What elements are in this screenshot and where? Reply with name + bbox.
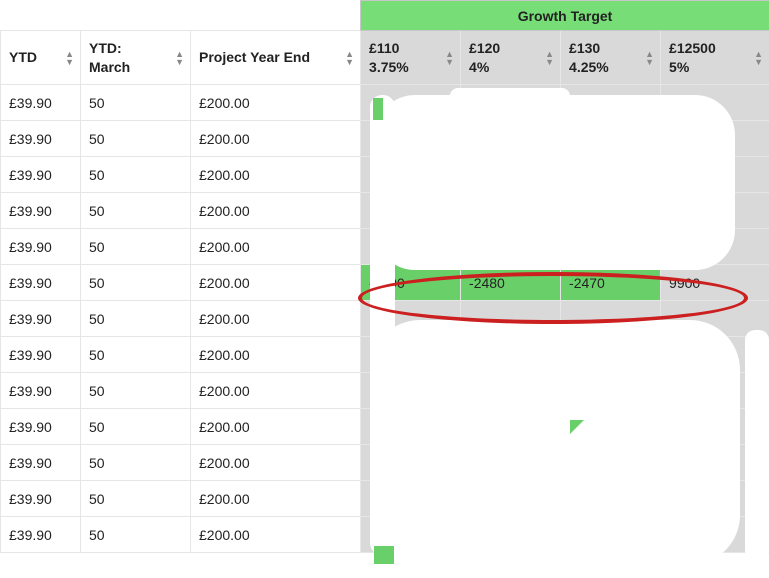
col-line1: £12500 <box>669 39 761 57</box>
cell-ytd[interactable]: £39.90 <box>1 445 81 481</box>
col-label: YTD <box>9 49 37 65</box>
cell-ytd[interactable]: £39.90 <box>1 193 81 229</box>
col-label: YTD:March <box>89 39 182 75</box>
header-group-row: Growth Target <box>1 1 769 31</box>
header-row: YTD ▲▼ YTD:March ▲▼ Project Year End ▲▼ … <box>1 31 769 85</box>
col-line1: £110 <box>369 39 452 57</box>
cell-pye[interactable]: £200.00 <box>191 481 361 517</box>
cell-pye[interactable]: £200.00 <box>191 85 361 121</box>
cell-ytd-march[interactable]: 50 <box>81 229 191 265</box>
col-target-2[interactable]: £120 4% ▲▼ <box>461 31 561 85</box>
col-line2: 4.25% <box>569 58 652 76</box>
cell-ytd-march[interactable]: 50 <box>81 157 191 193</box>
cell-ytd-march[interactable]: 50 <box>81 517 191 553</box>
whiteout-overlay <box>375 95 735 270</box>
cell-pye[interactable]: £200.00 <box>191 409 361 445</box>
cell-ytd[interactable]: £39.90 <box>1 337 81 373</box>
col-target-1[interactable]: £110 3.75% ▲▼ <box>361 31 461 85</box>
col-label: Project Year End <box>199 49 310 65</box>
cell-ytd[interactable]: £39.90 <box>1 409 81 445</box>
sort-icon[interactable]: ▲▼ <box>545 50 554 66</box>
cell-pye[interactable]: £200.00 <box>191 193 361 229</box>
whiteout-overlay <box>745 330 769 560</box>
cell-pye[interactable]: £200.00 <box>191 157 361 193</box>
whiteout-overlay <box>370 95 395 555</box>
col-project-year-end[interactable]: Project Year End ▲▼ <box>191 31 361 85</box>
cell-ytd-march[interactable]: 50 <box>81 445 191 481</box>
cell-ytd[interactable]: £39.90 <box>1 301 81 337</box>
group-empty <box>1 1 361 31</box>
cell-pye[interactable]: £200.00 <box>191 121 361 157</box>
cell-ytd[interactable]: £39.90 <box>1 481 81 517</box>
cell-ytd-march[interactable]: 50 <box>81 121 191 157</box>
cell-pye[interactable]: £200.00 <box>191 517 361 553</box>
sort-icon[interactable]: ▲▼ <box>445 50 454 66</box>
col-line1: £130 <box>569 39 652 57</box>
col-line2: 3.75% <box>369 58 452 76</box>
whiteout-overlay <box>370 320 740 565</box>
green-fragment <box>373 98 383 120</box>
cell-pye[interactable]: £200.00 <box>191 445 361 481</box>
col-line2: 5% <box>669 58 761 76</box>
sort-icon[interactable]: ▲▼ <box>345 50 354 66</box>
cell-ytd-march[interactable]: 50 <box>81 193 191 229</box>
sort-icon[interactable]: ▲▼ <box>175 50 184 66</box>
sort-icon[interactable]: ▲▼ <box>645 50 654 66</box>
cell-ytd-march[interactable]: 50 <box>81 373 191 409</box>
cell-ytd-march[interactable]: 50 <box>81 409 191 445</box>
sort-icon[interactable]: ▲▼ <box>754 50 763 66</box>
col-line1: £120 <box>469 39 552 57</box>
cell-ytd-march[interactable]: 50 <box>81 337 191 373</box>
sort-icon[interactable]: ▲▼ <box>65 50 74 66</box>
cell-ytd[interactable]: £39.90 <box>1 229 81 265</box>
cell-ytd[interactable]: £39.90 <box>1 265 81 301</box>
cell-ytd-march[interactable]: 50 <box>81 301 191 337</box>
cell-ytd[interactable]: £39.90 <box>1 373 81 409</box>
col-ytd-march[interactable]: YTD:March ▲▼ <box>81 31 191 85</box>
group-growth-target: Growth Target <box>361 1 769 31</box>
cell-ytd-march[interactable]: 50 <box>81 85 191 121</box>
col-ytd[interactable]: YTD ▲▼ <box>1 31 81 85</box>
cell-pye[interactable]: £200.00 <box>191 373 361 409</box>
cell-pye[interactable]: £200.00 <box>191 229 361 265</box>
green-fragment <box>374 546 394 564</box>
cell-ytd[interactable]: £39.90 <box>1 121 81 157</box>
cell-ytd[interactable]: £39.90 <box>1 517 81 553</box>
cell-ytd-march[interactable]: 50 <box>81 481 191 517</box>
col-target-3[interactable]: £130 4.25% ▲▼ <box>561 31 661 85</box>
table-wrap: Growth Target YTD ▲▼ YTD:March ▲▼ Projec… <box>0 0 769 553</box>
cell-ytd-march[interactable]: 50 <box>81 265 191 301</box>
col-line2: 4% <box>469 58 552 76</box>
cell-ytd[interactable]: £39.90 <box>1 85 81 121</box>
col-target-4[interactable]: £12500 5% ▲▼ <box>661 31 769 85</box>
cell-pye[interactable]: £200.00 <box>191 301 361 337</box>
whiteout-overlay <box>450 88 570 106</box>
cell-pye[interactable]: £200.00 <box>191 337 361 373</box>
cell-pye[interactable]: £200.00 <box>191 265 361 301</box>
cell-ytd[interactable]: £39.90 <box>1 157 81 193</box>
